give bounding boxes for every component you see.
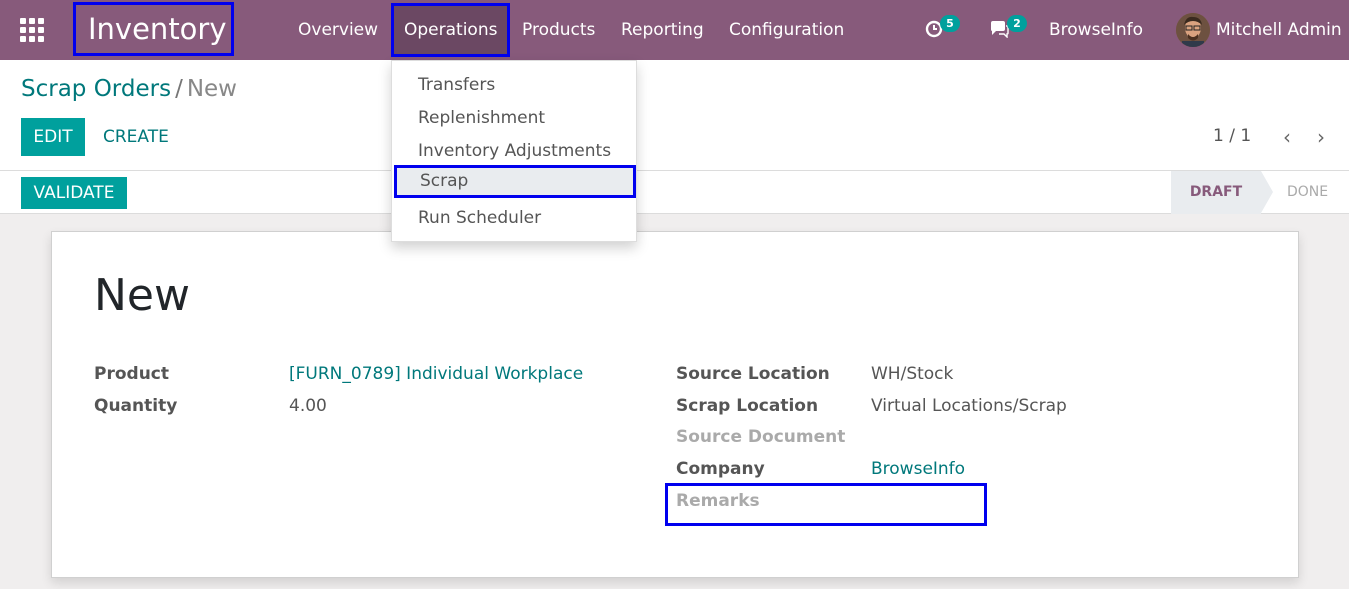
menu-item-inventory-adjustments[interactable]: Inventory Adjustments — [392, 135, 636, 168]
create-button[interactable]: CREATE — [103, 118, 169, 156]
menu-reporting[interactable]: Reporting — [621, 0, 704, 60]
quantity-value: 4.00 — [289, 396, 327, 416]
scrap-location-value: Virtual Locations/Scrap — [871, 396, 1067, 416]
source-document-label: Source Document — [676, 427, 846, 447]
menu-operations[interactable]: Operations — [391, 3, 511, 57]
menu-item-replenishment[interactable]: Replenishment — [392, 102, 636, 135]
quantity-label: Quantity — [94, 396, 178, 416]
product-label: Product — [94, 364, 169, 384]
record-title: New — [94, 270, 190, 321]
breadcrumb: Scrap Orders / New — [21, 76, 237, 102]
chevron-right-icon[interactable]: › — [1311, 126, 1331, 148]
breadcrumb-scrap-orders[interactable]: Scrap Orders — [21, 76, 171, 102]
stage-done[interactable]: DONE — [1270, 171, 1345, 214]
apps-grid-icon[interactable] — [20, 18, 46, 42]
form-sheet: New Product [FURN_0789] Individual Workp… — [51, 231, 1299, 578]
validate-button[interactable]: VALIDATE — [21, 177, 127, 209]
top-navbar: Inventory Overview Operations Products R… — [0, 0, 1349, 60]
source-location-value: WH/Stock — [871, 364, 954, 384]
company-value[interactable]: BrowseInfo — [871, 459, 965, 479]
source-location-label: Source Location — [676, 364, 830, 384]
status-bar: VALIDATE DRAFT DONE — [0, 171, 1349, 214]
activity-count-badge: 5 — [940, 15, 960, 32]
remarks-label: Remarks — [676, 491, 760, 511]
menu-item-run-scheduler[interactable]: Run Scheduler — [392, 202, 636, 235]
company-switcher[interactable]: BrowseInfo — [1049, 0, 1143, 60]
breadcrumb-current: New — [186, 76, 237, 102]
control-panel: Scrap Orders / New EDIT CREATE 1 / 1 ‹ › — [0, 60, 1349, 171]
avatar[interactable] — [1176, 13, 1210, 47]
menu-item-transfers[interactable]: Transfers — [392, 69, 636, 102]
pager-value: 1 / 1 — [1213, 126, 1252, 146]
operations-dropdown: Transfers Replenishment Inventory Adjust… — [391, 60, 637, 242]
stage-draft[interactable]: DRAFT — [1171, 171, 1273, 214]
menu-products[interactable]: Products — [522, 0, 595, 60]
menu-configuration[interactable]: Configuration — [729, 0, 844, 60]
clock-icon[interactable]: 5 — [925, 15, 960, 40]
user-menu[interactable]: Mitchell Admin — [1216, 0, 1342, 60]
message-count-badge: 2 — [1007, 15, 1027, 32]
scrap-location-label: Scrap Location — [676, 396, 819, 416]
chat-icon[interactable]: 2 — [989, 15, 1027, 40]
app-name[interactable]: Inventory — [73, 2, 234, 56]
product-value[interactable]: [FURN_0789] Individual Workplace — [289, 364, 583, 384]
company-label: Company — [676, 459, 765, 479]
menu-overview[interactable]: Overview — [298, 0, 378, 60]
edit-button[interactable]: EDIT — [21, 118, 85, 156]
chevron-left-icon[interactable]: ‹ — [1277, 126, 1297, 148]
breadcrumb-separator: / — [175, 76, 183, 102]
menu-item-scrap[interactable]: Scrap — [394, 165, 636, 198]
